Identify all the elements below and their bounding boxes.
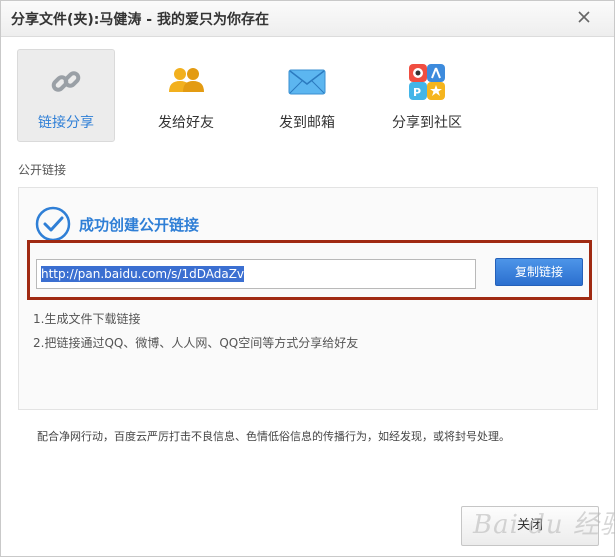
tab-label: 发到邮箱 — [279, 115, 335, 131]
tab-label: 链接分享 — [38, 115, 94, 131]
link-icon — [46, 64, 86, 100]
close-icon[interactable] — [574, 7, 594, 27]
close-button[interactable]: 关闭 — [461, 506, 599, 546]
tip-text: 1.生成文件下载链接 — [33, 312, 141, 326]
title-bar: 分享文件(夹):马健涛 - 我的爱只为你存在 — [1, 1, 614, 37]
svg-text:P: P — [413, 86, 421, 99]
success-message: 成功创建公开链接 — [79, 216, 200, 234]
tip-text: 2.把链接通过QQ、微博、人人网、QQ空间等方式分享给好友 — [33, 336, 359, 350]
share-url-text: http://pan.baidu.com/s/1dDAdaZv — [41, 266, 245, 282]
dialog-title: 分享文件(夹):马健涛 - 我的爱只为你存在 — [11, 12, 269, 28]
copy-link-button[interactable]: 复制链接 — [495, 258, 583, 286]
tab-link-share[interactable]: 链接分享 — [17, 49, 115, 142]
tab-send-friends[interactable]: 发给好友 — [137, 49, 235, 142]
tab-label: 分享到社区 — [392, 115, 462, 131]
tab-label: 发给好友 — [158, 115, 214, 131]
share-url-field[interactable]: http://pan.baidu.com/s/1dDAdaZv — [36, 259, 476, 289]
section-label: 公开链接 — [18, 163, 67, 177]
envelope-icon — [287, 64, 327, 100]
share-tabs: 链接分享 发给好友 发到邮箱 P 分享到社区 — [17, 49, 597, 144]
share-dialog: 分享文件(夹):马健涛 - 我的爱只为你存在 链接分享 发给好友 发到邮箱 P … — [0, 0, 615, 557]
link-highlight-box: http://pan.baidu.com/s/1dDAdaZv 复制链接 — [27, 240, 592, 300]
friends-icon — [166, 64, 206, 100]
tab-send-email[interactable]: 发到邮箱 — [258, 49, 356, 142]
success-row: 成功创建公开链接 — [35, 206, 335, 242]
check-circle-icon — [35, 206, 71, 242]
notice-text: 配合净网行动，百度云严厉打击不良信息、色情低俗信息的传播行为，如经发现，或将封号… — [37, 430, 510, 443]
link-panel: 成功创建公开链接 http://pan.baidu.com/s/1dDAdaZv… — [18, 187, 598, 410]
tab-share-community[interactable]: P 分享到社区 — [378, 49, 476, 142]
community-icon: P — [407, 64, 447, 100]
